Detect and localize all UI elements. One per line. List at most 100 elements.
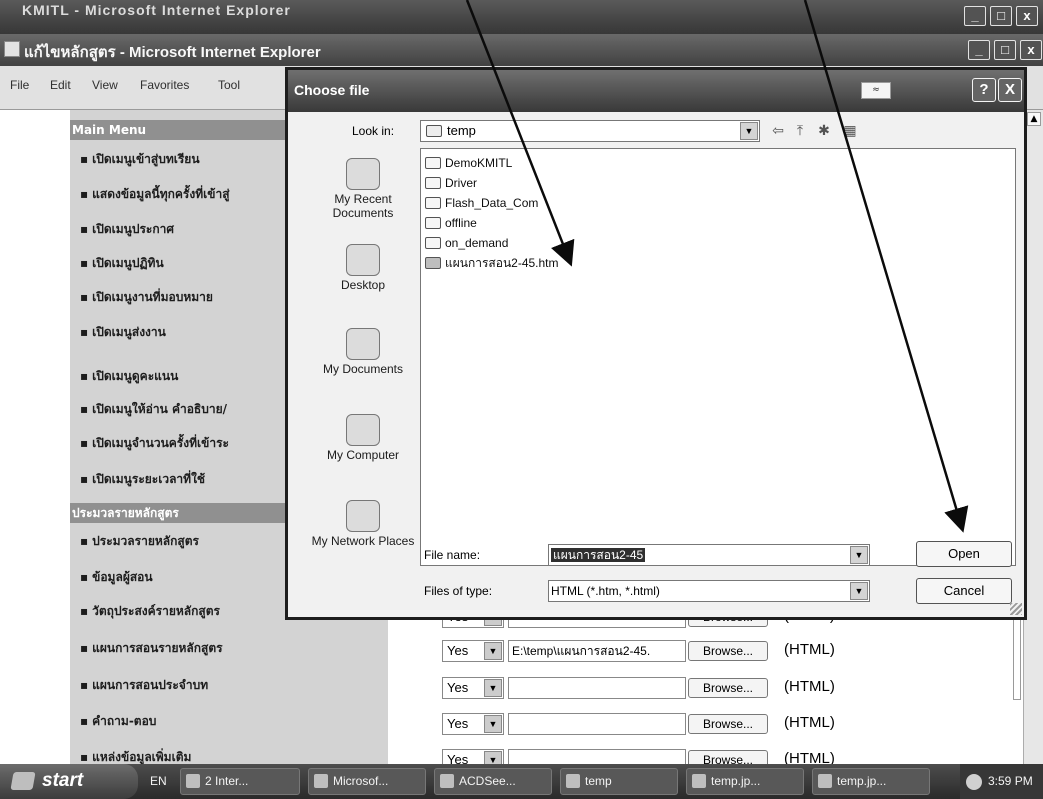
look-in-label: Look in: [352, 124, 395, 138]
menu-favorites[interactable]: Favorites [140, 78, 189, 92]
ie-icon [186, 774, 200, 788]
place-my-documents[interactable]: My Documents [308, 328, 418, 376]
ie-icon [4, 41, 20, 57]
sidebar-course-item[interactable]: ▪ แผนการสอนประจำบท [70, 676, 388, 695]
chevron-down-icon: ▼ [484, 679, 502, 697]
file-path-input[interactable] [508, 713, 686, 735]
yes-select[interactable]: Yes▼ [442, 713, 504, 735]
format-label: (HTML) [784, 678, 835, 695]
browse-button[interactable]: Browse... [688, 641, 768, 661]
file-list-item[interactable]: offline [425, 213, 477, 233]
tray-chevron-icon[interactable] [966, 774, 982, 790]
language-indicator[interactable]: EN [150, 774, 167, 788]
place-network[interactable]: My Network Places [308, 500, 418, 548]
image-icon [692, 774, 706, 788]
taskbar-item[interactable]: temp [560, 768, 678, 795]
new-folder-icon[interactable]: ✱ [814, 122, 834, 140]
file-list-item[interactable]: Flash_Data_Com [425, 193, 538, 213]
my-computer-icon [346, 414, 380, 446]
outer-close-button[interactable]: x [1016, 6, 1038, 26]
system-tray: 3:59 PM [960, 764, 1043, 799]
chevron-down-icon: ▼ [740, 122, 758, 140]
outer-window-title: KMITL - Microsoft Internet Explorer [22, 2, 291, 18]
page-left-margin [0, 110, 70, 764]
taskbar: start EN 2 Inter... Microsof... ACDSee..… [0, 764, 1043, 799]
back-icon[interactable]: ⇦ [768, 122, 788, 140]
resize-grip-icon[interactable] [1010, 603, 1022, 615]
dialog-badge-icon: ≈ [861, 82, 891, 99]
sidebar-course-item[interactable]: ▪ แผนการสอนรายหลักสูตร [70, 639, 388, 658]
folder-icon [425, 177, 441, 189]
outer-window-titlebar: KMITL - Microsoft Internet Explorer _ □ … [0, 0, 1043, 34]
up-folder-icon[interactable]: ⤒ [790, 122, 810, 140]
taskbar-item[interactable]: Microsof... [308, 768, 426, 795]
chevron-down-icon: ▼ [850, 546, 868, 564]
file-path-input[interactable]: E:\temp\แผนการสอน2-45. [508, 640, 686, 662]
dialog-title: Choose file [294, 82, 370, 98]
view-menu-icon[interactable]: ▦ [840, 122, 860, 140]
browser-minimize-button[interactable]: _ [968, 40, 990, 60]
dialog-close-button[interactable]: X [998, 78, 1022, 102]
file-name-label: File name: [424, 548, 481, 562]
place-my-computer[interactable]: My Computer [308, 414, 418, 462]
file-list[interactable]: DemoKMITL Driver Flash_Data_Com offline … [420, 148, 1016, 566]
file-list-item[interactable]: DemoKMITL [425, 153, 512, 173]
acdsee-icon [440, 774, 454, 788]
open-button[interactable]: Open [916, 541, 1012, 567]
chevron-down-icon: ▼ [484, 642, 502, 660]
places-bar: My Recent Documents Desktop My Documents… [308, 148, 418, 588]
browser-title: แก้ไขหลักสูตร - Microsoft Internet Explo… [24, 44, 321, 61]
folder-icon [426, 125, 442, 137]
place-desktop[interactable]: Desktop [308, 244, 418, 292]
folder-icon [425, 157, 441, 169]
folder-icon [425, 197, 441, 209]
files-of-type-label: Files of type: [424, 584, 493, 598]
scroll-up-icon[interactable]: ▲ [1027, 112, 1041, 126]
menu-edit[interactable]: Edit [50, 78, 71, 92]
chevron-down-icon: ▼ [484, 715, 502, 733]
desktop-icon [346, 244, 380, 276]
menu-view[interactable]: View [92, 78, 118, 92]
cancel-button[interactable]: Cancel [916, 578, 1012, 604]
outer-minimize-button[interactable]: _ [964, 6, 986, 26]
taskbar-item[interactable]: temp.jp... [812, 768, 930, 795]
yes-select[interactable]: Yes▼ [442, 640, 504, 662]
menu-tools[interactable]: Tool [218, 78, 240, 92]
sidebar-course-item[interactable]: ▪ คำถาม-ตอบ [70, 712, 388, 731]
browse-button[interactable]: Browse... [688, 678, 768, 698]
browser-close-button[interactable]: x [1020, 40, 1042, 60]
yes-select[interactable]: Yes▼ [442, 677, 504, 699]
format-label: (HTML) [784, 714, 835, 731]
browser-maximize-button[interactable]: □ [994, 40, 1016, 60]
my-documents-icon [346, 328, 380, 360]
browser-titlebar: แก้ไขหลักสูตร - Microsoft Internet Explo… [0, 34, 1043, 66]
taskbar-item[interactable]: ACDSee... [434, 768, 552, 795]
folder-icon [425, 217, 441, 229]
word-icon [314, 774, 328, 788]
file-path-input[interactable] [508, 677, 686, 699]
file-name-input[interactable]: แผนการสอน2-45 ▼ [548, 544, 870, 566]
file-list-item[interactable]: Driver [425, 173, 477, 193]
image-viewer-icon [818, 774, 832, 788]
browse-button[interactable]: Browse... [688, 714, 768, 734]
taskbar-item[interactable]: 2 Inter... [180, 768, 300, 795]
dialog-titlebar: Choose file ≈ ? X [288, 70, 1024, 112]
html-file-icon [425, 257, 441, 269]
clock: 3:59 PM [988, 774, 1033, 788]
folder-icon [425, 237, 441, 249]
file-list-item[interactable]: on_demand [425, 233, 508, 253]
taskbar-item[interactable]: temp.jp... [686, 768, 804, 795]
outer-maximize-button[interactable]: □ [990, 6, 1012, 26]
folder-icon [566, 774, 580, 788]
place-recent[interactable]: My Recent Documents [308, 158, 418, 220]
files-of-type-select[interactable]: HTML (*.htm, *.html) ▼ [548, 580, 870, 602]
format-label: (HTML) [784, 641, 835, 658]
menu-file[interactable]: File [10, 78, 29, 92]
help-button[interactable]: ? [972, 78, 996, 102]
file-list-item[interactable]: แผนการสอน2-45.htm [425, 253, 559, 273]
windows-logo-icon [10, 772, 36, 790]
start-button[interactable]: start [0, 764, 138, 799]
choose-file-dialog: Choose file ≈ ? X Look in: temp ▼ ⇦ ⤒ ✱ … [285, 67, 1027, 620]
chevron-down-icon: ▼ [850, 582, 868, 600]
look-in-combo[interactable]: temp ▼ [420, 120, 760, 142]
